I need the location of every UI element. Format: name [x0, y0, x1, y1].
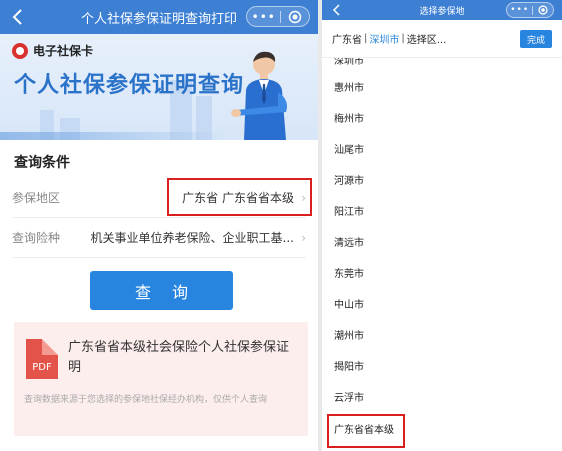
city-item[interactable]: 东莞市: [334, 268, 364, 282]
insurance-type-label: 查询险种: [12, 231, 61, 245]
businessman-illustration: [231, 51, 287, 140]
banner-stripe: [0, 132, 230, 140]
tab-divider: |: [401, 33, 405, 44]
right-phone-screen: 选择参保地 ••• 广东省 | 深圳市 | 选择区... 完成 深圳市 惠州市 …: [322, 0, 562, 451]
result-card-note: 查询数据来源于您选择的参保地社保经办机构，仅供个人查询: [24, 395, 268, 405]
highlight-box: [327, 414, 405, 448]
logo-text: 电子社保卡: [33, 44, 94, 58]
left-phone-screen: 个人社保参保证明查询打印 ••• 电子社保卡 个人社保参保证明查询 查询条件 参…: [0, 0, 318, 451]
mini-program-capsule: •••: [506, 2, 554, 18]
city-item[interactable]: 潮州市: [334, 330, 364, 344]
highlight-box: [167, 178, 312, 216]
city-item[interactable]: 云浮市: [334, 392, 364, 406]
target-icon[interactable]: [281, 10, 309, 24]
district-tab[interactable]: 选择区...: [407, 31, 447, 46]
banner: 电子社保卡 个人社保参保证明查询: [0, 34, 318, 140]
city-item[interactable]: 惠州市: [334, 82, 364, 96]
result-card-title: 广东省省本级社会保险个人社保参保证明: [68, 340, 290, 375]
chevron-right-icon: ›: [301, 230, 306, 245]
city-item[interactable]: 阳江市: [334, 206, 364, 220]
tab-divider: |: [364, 33, 368, 44]
city-item[interactable]: 汕尾市: [334, 144, 364, 158]
province-tab[interactable]: 广东省: [332, 31, 362, 46]
ssc-logo-icon: [12, 42, 28, 59]
done-button[interactable]: 完成: [520, 30, 552, 48]
more-dots-icon[interactable]: •••: [247, 8, 280, 26]
city-item[interactable]: 清远市: [334, 237, 364, 251]
ssc-logo: 电子社保卡: [12, 42, 93, 59]
city-item[interactable]: 梅州市: [334, 113, 364, 127]
city-item[interactable]: 揭阳市: [334, 361, 364, 375]
target-icon[interactable]: [533, 5, 553, 15]
result-card[interactable]: PDF 广东省省本级社会保险个人社保参保证明 查询数据来源于您选择的参保地社保经…: [14, 322, 308, 436]
pdf-icon: PDF: [26, 339, 58, 379]
city-item[interactable]: 河源市: [334, 175, 364, 189]
query-button[interactable]: 查 询: [90, 271, 233, 310]
banner-title: 个人社保参保证明查询: [14, 73, 245, 98]
more-dots-icon[interactable]: •••: [507, 3, 532, 17]
insurance-type-value: 机关事业单位养老保险、企业职工基...: [90, 231, 294, 245]
section-title: 查询条件: [14, 155, 70, 171]
mini-program-capsule: •••: [246, 6, 310, 27]
city-item[interactable]: 中山市: [334, 299, 364, 313]
left-nav-bar: 个人社保参保证明查询打印 •••: [0, 0, 318, 34]
city-tab[interactable]: 深圳市: [369, 31, 399, 46]
insurance-type-row[interactable]: 查询险种 机关事业单位养老保险、企业职工基... ›: [12, 218, 306, 258]
region-label: 参保地区: [12, 191, 61, 205]
right-nav-bar: 选择参保地 •••: [322, 0, 562, 20]
